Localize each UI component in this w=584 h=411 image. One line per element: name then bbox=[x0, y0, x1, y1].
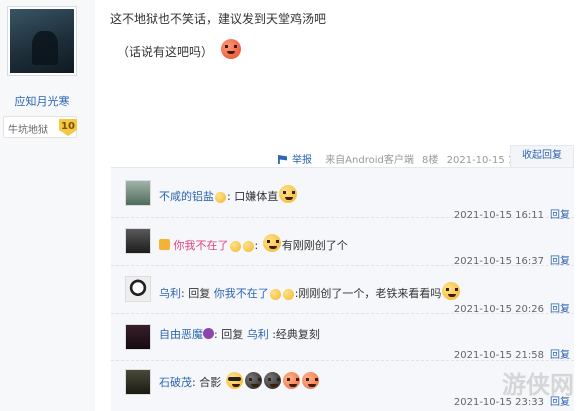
user-avatar[interactable] bbox=[7, 6, 77, 76]
shocked-face-icon bbox=[301, 372, 319, 389]
flag-icon bbox=[278, 155, 287, 164]
reply-target-link[interactable]: 乌利 bbox=[247, 328, 269, 341]
user-level-badge[interactable]: 牛坑地狱 10 bbox=[3, 116, 77, 138]
post-content-line2: （话说有这吧吗） bbox=[117, 39, 241, 60]
sunglasses-face-icon bbox=[225, 372, 243, 389]
smile-icon bbox=[282, 288, 294, 300]
reply-prefix: : 回复 bbox=[181, 287, 211, 300]
laugh-face-icon bbox=[279, 185, 298, 203]
reply-username[interactable]: 不咸的铝盐 bbox=[159, 190, 214, 203]
post-meta-bar: 举报 来自Android客户端 8楼 2021-10-15 16:06 bbox=[278, 151, 542, 166]
post-floor: 8楼 bbox=[422, 155, 439, 166]
reply-line: 你我不在了: 有刚刚创了个 bbox=[159, 234, 348, 253]
post-text: （话说有这吧吗） bbox=[117, 45, 214, 59]
reply-text: :刚刚创了一个，老铁来看看吗 bbox=[294, 287, 442, 300]
laugh-face-icon bbox=[262, 234, 281, 252]
reply-button[interactable]: 回复 bbox=[550, 350, 570, 361]
reply-prefix: : 回复 bbox=[214, 328, 244, 341]
reply-text: :经典复刻 bbox=[272, 328, 320, 341]
sunglasses-face-icon bbox=[244, 372, 262, 389]
post-source[interactable]: 来自Android客户端 bbox=[325, 155, 414, 166]
level-number-badge: 10 bbox=[59, 119, 77, 136]
crown-badge-icon bbox=[159, 239, 170, 250]
smile-icon bbox=[215, 191, 226, 203]
collapse-replies-button[interactable]: 收起回复 bbox=[510, 145, 574, 167]
reply-username[interactable]: 石破茂 bbox=[159, 376, 192, 389]
angry-face-icon bbox=[220, 39, 241, 59]
reply-avatar[interactable] bbox=[125, 324, 151, 350]
reply-meta: 2021-10-15 20:26 回复 bbox=[454, 300, 570, 315]
reply-time: 2021-10-15 21:58 bbox=[453, 350, 544, 361]
list-item: 不咸的铝盐: 口嫌体直 2021-10-15 16:11 回复 bbox=[111, 168, 574, 221]
smile-icon bbox=[242, 240, 254, 252]
reply-username[interactable]: 自由恶魔 bbox=[159, 328, 203, 341]
site-watermark: 游侠网 bbox=[502, 370, 574, 399]
reply-avatar[interactable] bbox=[125, 180, 151, 206]
smile-icon bbox=[269, 288, 281, 300]
reply-line: 乌利: 回复 你我不在了 :刚刚创了一个，老铁来看看吗 bbox=[159, 282, 461, 301]
shocked-face-icon bbox=[282, 372, 300, 389]
reply-line: 自由恶魔 : 回复 乌利 :经典复刻 bbox=[159, 326, 320, 342]
reply-meta: 2021-10-15 21:58 回复 bbox=[454, 346, 570, 361]
reply-avatar[interactable] bbox=[125, 369, 151, 395]
reply-meta: 2021-10-15 16:37 回复 bbox=[454, 252, 570, 267]
laugh-face-icon bbox=[442, 282, 461, 300]
reply-line: 石破茂: 合影 bbox=[159, 372, 320, 390]
reply-target-link[interactable]: 你我不在了 bbox=[214, 287, 269, 300]
devil-icon bbox=[203, 328, 214, 339]
level-name: 牛坑地狱 bbox=[8, 125, 48, 136]
reply-line: 不咸的铝盐 : 口嫌体直 bbox=[159, 185, 298, 204]
reply-avatar[interactable] bbox=[125, 228, 151, 254]
report-link[interactable]: 举报 bbox=[278, 155, 317, 166]
post-text: 这不地狱也不笑话，建议发到天堂鸡汤吧 bbox=[110, 12, 327, 26]
reply-text: : 合影 bbox=[192, 376, 222, 389]
smile-icon bbox=[229, 240, 241, 252]
reply-username[interactable]: 乌利 bbox=[159, 287, 181, 300]
reply-text: : 口嫌体直 bbox=[227, 190, 279, 203]
post-content-line1: 这不地狱也不笑话，建议发到天堂鸡汤吧 bbox=[110, 10, 326, 27]
reply-username[interactable]: 你我不在了 bbox=[174, 239, 229, 252]
reply-avatar[interactable] bbox=[125, 276, 151, 302]
list-item: 乌利: 回复 你我不在了 :刚刚创了一个，老铁来看看吗 2021-10-15 20… bbox=[111, 266, 574, 315]
reply-text: 有刚刚创了个 bbox=[281, 239, 348, 252]
user-name-link[interactable]: 应知月光寒 bbox=[0, 93, 84, 109]
dark-face-icon bbox=[263, 372, 281, 389]
list-item: 自由恶魔 : 回复 乌利 :经典复刻 2021-10-15 21:58 回复 bbox=[111, 314, 574, 361]
user-sidebar: 应知月光寒 牛坑地狱 10 bbox=[0, 0, 95, 411]
list-item: 你我不在了: 有刚刚创了个 2021-10-15 16:37 回复 bbox=[111, 218, 574, 267]
